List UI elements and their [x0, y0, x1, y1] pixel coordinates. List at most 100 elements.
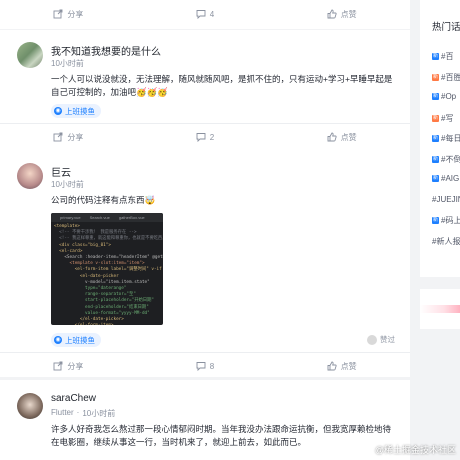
comment-icon	[196, 133, 206, 142]
topic-item[interactable]: 新 #每日	[432, 133, 460, 144]
editor-tab-bar: primary.vue Search.vue gatherBox.vue	[51, 213, 163, 222]
reaction-label: 赞过	[380, 335, 395, 344]
code-line: <template v-slot:item="item">	[69, 261, 145, 267]
new-badge-icon: 新	[432, 135, 439, 142]
new-badge-icon: 新	[432, 175, 439, 182]
watermark: @稀土掘金技术社区	[361, 443, 456, 456]
post-actions: 分享 8 点赞	[0, 352, 410, 380]
topic-text: #JUEJIN	[432, 194, 460, 204]
post-content: 公司的代码注释有点东西🤯	[51, 195, 156, 205]
topic-text: #新人报	[432, 236, 460, 246]
new-badge-icon: 新	[432, 93, 439, 100]
topic-item[interactable]: 新 #百	[432, 51, 453, 62]
topic-tag[interactable]: ◉ 上班摸鱼	[51, 104, 101, 118]
post-time: 10小时前	[82, 409, 116, 418]
editor-tab: primary.vue	[60, 215, 81, 220]
author-name[interactable]: saraChew	[51, 393, 96, 404]
code-line: start-placeholder="开始日期"	[85, 298, 154, 304]
code-line: </el-form-item>	[54, 323, 114, 325]
topic-text: #写	[441, 113, 454, 123]
like-label: 点赞	[340, 9, 357, 19]
code-line: <div class="big_01">	[59, 242, 111, 248]
meta-separator: ·	[76, 408, 80, 417]
code-line: <el-date-picker	[79, 273, 119, 279]
comment-count: 4	[209, 9, 215, 19]
post-card: saraChew Flutter · 10小时前 许多人好奇我怎么熬过那一段心情…	[0, 380, 410, 460]
like-button[interactable]: 点赞	[273, 352, 410, 380]
author-role: Flutter	[51, 408, 74, 417]
code-line: range-separator="至"	[85, 292, 136, 298]
like-button[interactable]: 点赞	[273, 123, 410, 151]
topic-text: #码上	[441, 216, 460, 225]
topic-item[interactable]: 新 #AIG	[432, 174, 459, 183]
new-badge-icon: 新	[432, 114, 439, 122]
topic-item[interactable]: 新 #不倒	[432, 154, 460, 165]
avatar[interactable]	[17, 42, 43, 68]
reaction-tip[interactable]: 赞过	[367, 334, 395, 345]
share-icon	[53, 132, 63, 142]
post-meta: Flutter · 10小时前	[51, 408, 115, 419]
code-line: <!-- 不要干涉我！ 我是服务存在 -->	[59, 230, 137, 236]
code-line: <template>	[54, 224, 80, 229]
new-badge-icon: 新	[432, 217, 439, 224]
share-button[interactable]: 分享	[0, 123, 137, 151]
topic-item[interactable]: 新 #写	[432, 113, 453, 124]
topic-tag[interactable]: ◉ 上班摸鱼	[51, 333, 101, 347]
hot-topics-panel: 热门话题 新#百新#百胜新#Op新#写新#每日新#不倒新#AIG#JUEJIN新…	[420, 0, 460, 277]
share-icon	[53, 361, 63, 371]
topic-item[interactable]: #新人报	[432, 236, 460, 247]
editor-tab: gatherBox.vue	[118, 215, 145, 220]
comment-icon	[196, 10, 206, 19]
code-line: </el-date-picker>	[79, 317, 124, 323]
like-label: 点赞	[340, 132, 357, 142]
fish-icon: ◉	[54, 107, 62, 115]
thumbs-up-icon	[327, 361, 337, 371]
code-line: value-format="yyyy-MM-dd"	[85, 310, 150, 316]
like-button[interactable]: 点赞	[273, 0, 410, 28]
new-badge-icon: 新	[432, 53, 439, 60]
topic-item[interactable]: 新 #百胜	[432, 72, 460, 83]
topic-item[interactable]: 新 #码上	[432, 215, 460, 226]
author-name[interactable]: 巨云	[51, 164, 71, 179]
topic-text: #AIG	[441, 174, 460, 183]
thumbs-up-icon	[327, 9, 337, 19]
author-name[interactable]: 我不知道我想要的是什么	[51, 43, 161, 58]
share-label: 分享	[67, 9, 84, 19]
share-button[interactable]: 分享	[0, 352, 137, 380]
topic-text: #百	[441, 52, 454, 61]
avatar[interactable]	[17, 163, 43, 189]
banner-graphic	[420, 305, 460, 313]
topic-text: #百胜	[441, 72, 460, 82]
like-label: 点赞	[340, 361, 357, 371]
code-line: <Search :header-item="headerItem" @getDa…	[64, 255, 163, 261]
code-line: <el-card>	[59, 248, 83, 254]
post-actions: 分享 4 点赞	[0, 0, 410, 28]
topic-item[interactable]: #JUEJIN	[432, 195, 460, 204]
side-banner[interactable]	[420, 289, 460, 329]
post-card: 我不知道我想要的是什么 10小时前 一个人可以说没就没，无法理解，随风就随风吧，…	[0, 30, 410, 151]
new-badge-icon: 新	[432, 155, 439, 163]
editor-tab: Search.vue	[89, 215, 110, 220]
avatar[interactable]	[17, 393, 43, 419]
panel-title: 热门话题	[432, 22, 460, 33]
code-line: <!-- 我这样尊重，就这能和尊重你，也就是不要吃西瓜 -->	[59, 236, 163, 242]
share-icon	[53, 9, 63, 19]
topic-text: #不倒	[441, 154, 460, 164]
fish-icon: ◉	[54, 336, 62, 344]
comment-count: 2	[209, 132, 215, 142]
code-line: <el-form-item label="调整时间" v-if	[74, 267, 162, 273]
feed: 分享 4 点赞 我不知道我想要的是什么 10小时前 一个人可以说没就没，无法理解…	[0, 0, 410, 460]
share-button[interactable]: 分享	[0, 0, 137, 28]
post-content: 许多人好奇我怎么熬过那一段心情郁闷时期。当年我没办法跟命运抗衡，但我宽厚赖检地待…	[51, 424, 392, 447]
comment-button[interactable]: 4	[137, 0, 274, 28]
topic-text: #Op	[441, 92, 457, 101]
code-block: <template> <!-- 不要干涉我！ 我是服务存在 --> <!-- 我…	[51, 222, 163, 325]
comment-icon	[196, 362, 206, 371]
topic-item[interactable]: 新 #Op	[432, 92, 456, 101]
topic-label: 上班摸鱼	[65, 335, 95, 345]
comment-button[interactable]: 8	[137, 352, 274, 380]
post-time: 10小时前	[51, 59, 84, 68]
code-line: v-model="item.item.state"	[85, 279, 150, 285]
comment-button[interactable]: 2	[137, 123, 274, 151]
code-screenshot-image[interactable]: primary.vue Search.vue gatherBox.vue <te…	[51, 213, 163, 325]
